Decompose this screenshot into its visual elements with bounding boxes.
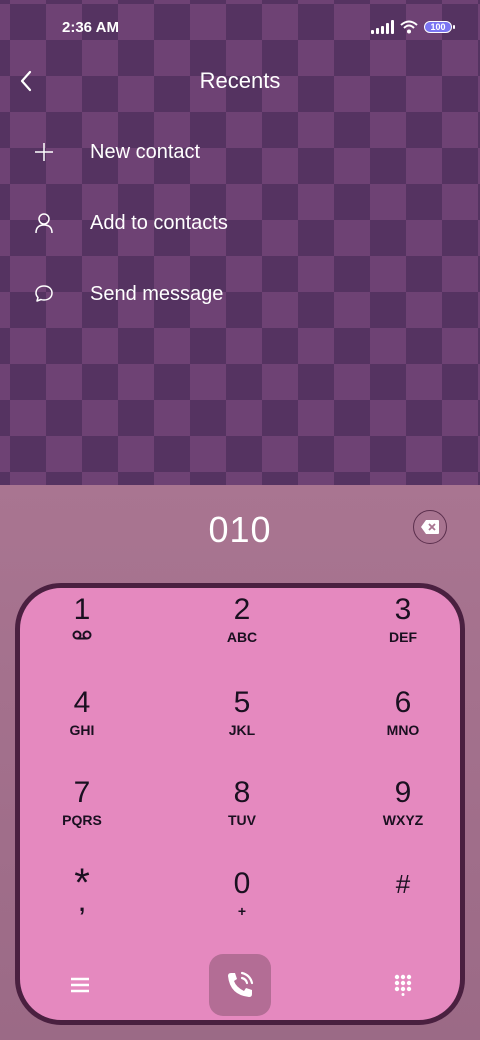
key-digit: 5 — [233, 686, 251, 719]
key-star[interactable]: * , — [22, 863, 142, 948]
key-digit: 0 — [233, 867, 251, 900]
status-bar: 2:36 AM 100 — [0, 0, 480, 56]
key-digit: # — [395, 869, 411, 899]
key-3[interactable]: 3 DEF — [343, 594, 463, 674]
phone-call-icon — [228, 971, 254, 997]
key-letters: ABC — [226, 629, 258, 645]
key-hash[interactable]: # — [343, 868, 463, 948]
recents-background: 2:36 AM 100 Recents New contact Add to c… — [0, 0, 480, 485]
key-digit: 9 — [394, 776, 412, 809]
key-6[interactable]: 6 MNO — [343, 687, 463, 767]
key-4[interactable]: 4 GHI — [22, 687, 142, 767]
key-digit: 2 — [233, 593, 251, 626]
key-2[interactable]: 2 ABC — [182, 594, 302, 674]
add-to-contacts-item[interactable]: Add to contacts — [0, 193, 480, 253]
dialpad-icon — [394, 974, 412, 996]
backspace-icon — [421, 520, 439, 534]
key-digit: 8 — [233, 776, 251, 809]
person-icon — [0, 212, 90, 234]
key-digit: 3 — [394, 593, 412, 626]
plus-icon — [0, 142, 90, 162]
key-letters: WXYZ — [382, 812, 424, 828]
key-letters: PQRS — [62, 812, 102, 828]
key-letters: GHI — [69, 722, 95, 738]
key-letters: MNO — [386, 722, 420, 738]
header: Recents — [0, 56, 480, 108]
send-message-label: Send message — [90, 282, 224, 305]
key-digit: 6 — [394, 686, 412, 719]
menu-button[interactable] — [62, 967, 98, 1003]
new-contact-item[interactable]: New contact — [0, 122, 480, 182]
key-letters: + — [237, 903, 247, 919]
key-5[interactable]: 5 JKL — [182, 687, 302, 767]
status-icons: 100 — [371, 19, 455, 35]
battery-icon: 100 — [424, 21, 455, 33]
key-digit: 7 — [73, 776, 91, 809]
call-button[interactable] — [209, 954, 271, 1016]
status-time: 2:36 AM — [62, 19, 119, 36]
voicemail-icon — [72, 630, 92, 640]
backspace-button[interactable] — [413, 510, 447, 544]
key-9[interactable]: 9 WXYZ — [343, 777, 463, 857]
key-letters: , — [78, 891, 86, 916]
dialer-panel: 010 1 2 ABC 3 DEF 4 GHI 5 JKL 6 MNO 7 PQ… — [0, 485, 480, 1040]
dialpad-toggle-button[interactable] — [385, 967, 421, 1003]
page-title: Recents — [199, 68, 281, 93]
key-digit: 1 — [73, 593, 91, 626]
signal-icon — [371, 20, 394, 34]
key-letters: JKL — [228, 722, 256, 738]
key-digit: 4 — [73, 686, 91, 719]
dialed-number: 010 — [208, 509, 272, 550]
add-to-contacts-label: Add to contacts — [90, 211, 228, 234]
wifi-icon — [400, 20, 418, 34]
keypad: 1 2 ABC 3 DEF 4 GHI 5 JKL 6 MNO 7 PQRS 8… — [15, 583, 465, 1025]
key-letters: TUV — [228, 812, 256, 828]
hamburger-menu-icon — [71, 977, 89, 993]
send-message-item[interactable]: Send message — [0, 264, 480, 324]
key-1[interactable]: 1 — [22, 594, 142, 674]
new-contact-label: New contact — [90, 140, 201, 163]
key-8[interactable]: 8 TUV — [182, 777, 302, 857]
key-letters: DEF — [389, 629, 417, 645]
chat-bubble-icon — [0, 284, 90, 304]
key-7[interactable]: 7 PQRS — [22, 777, 142, 857]
key-0[interactable]: 0 + — [182, 868, 302, 948]
